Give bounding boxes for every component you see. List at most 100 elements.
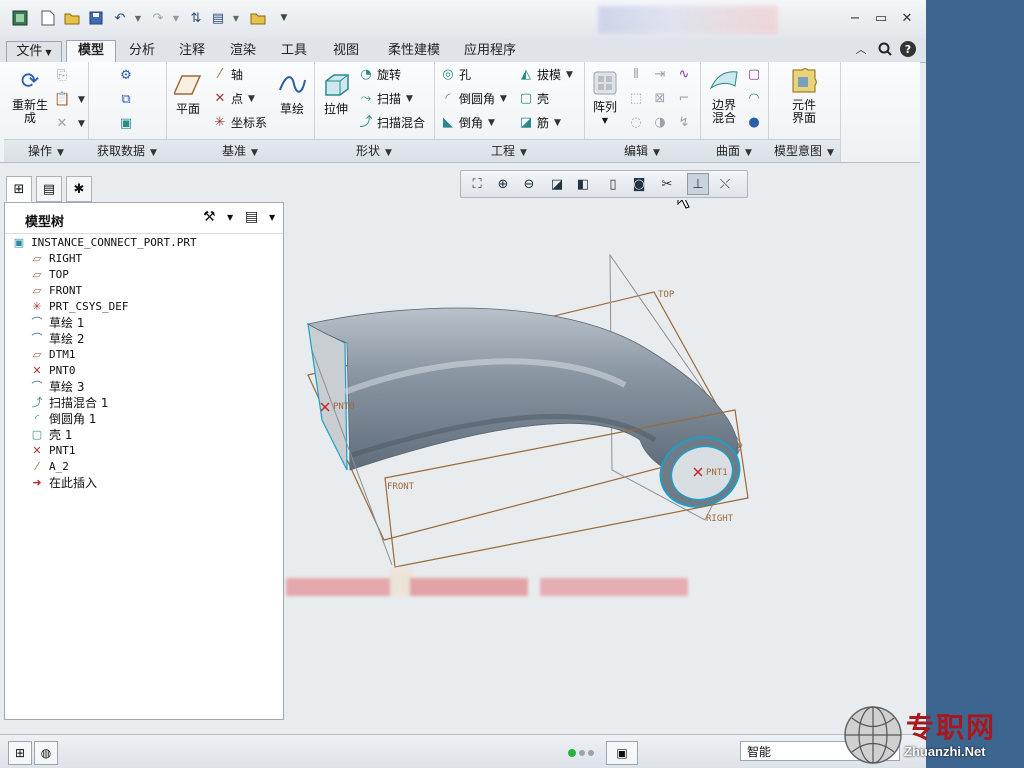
group-label-engineering[interactable]: 工程 ▼: [434, 139, 584, 162]
new-file-icon[interactable]: [38, 8, 58, 28]
tab-render[interactable]: 渲染: [218, 41, 268, 61]
trim-button[interactable]: ⬚: [628, 89, 647, 109]
zoom-in-icon[interactable]: ⊕: [493, 174, 513, 194]
model-tree-item[interactable]: ✳ PRT_CSYS_DEF: [29, 299, 128, 315]
model-tree-item[interactable]: ➜ 在此插入: [29, 475, 97, 491]
windows-icon[interactable]: ▤: [208, 8, 228, 28]
shrinkwrap-button[interactable]: ▣: [118, 114, 137, 134]
toggle-browser-icon[interactable]: ◍: [34, 741, 58, 765]
shell-button[interactable]: ▢ 壳: [518, 89, 549, 109]
group-label-shapes[interactable]: 形状 ▼: [314, 139, 434, 162]
folder-browser-tab-icon[interactable]: ▤: [36, 176, 62, 202]
pipe-inlet-face[interactable]: [307, 322, 348, 471]
model-tree-item[interactable]: ⤴ 扫描混合 1: [29, 395, 109, 411]
repaint-icon[interactable]: ◪: [547, 174, 567, 194]
tab-model[interactable]: 模型: [66, 40, 116, 64]
close-icon[interactable]: ✕: [898, 9, 916, 27]
save-icon[interactable]: [86, 8, 106, 28]
model-tree-item[interactable]: ▱ RIGHT: [29, 251, 82, 267]
model-tree-root[interactable]: ▣ INSTANCE_CONNECT_PORT.PRT: [11, 235, 197, 251]
zoom-out-icon[interactable]: ⊖: [519, 174, 539, 194]
point-button[interactable]: ✕ 点 ▼: [212, 89, 255, 109]
model-tree-item[interactable]: ⌒ 草绘 1: [29, 315, 85, 331]
model-tree-item[interactable]: ▢ 壳 1: [29, 427, 73, 443]
search-icon[interactable]: [876, 40, 894, 58]
customize-toolbar-icon[interactable]: ▼: [274, 8, 294, 28]
component-interface-button[interactable]: 元件界面: [782, 66, 826, 125]
curve-tool-button[interactable]: ∿: [676, 65, 695, 85]
swept-blend-button[interactable]: ⤴ 扫描混合: [358, 113, 425, 133]
open-file-icon[interactable]: [62, 8, 82, 28]
sweep-button[interactable]: ⤳ 扫描 ▼: [358, 89, 413, 109]
undo-icon[interactable]: ↶: [110, 8, 130, 28]
user-defined-feature-button[interactable]: ⚙: [118, 66, 137, 86]
toggle-navigator-icon[interactable]: ⊞: [8, 741, 32, 765]
spin-center-icon[interactable]: ⊥: [687, 173, 709, 195]
extend-button[interactable]: ⌐: [676, 89, 695, 109]
revolve-button[interactable]: ◔ 旋转: [358, 65, 401, 85]
group-label-surfaces[interactable]: 曲面 ▼: [700, 139, 768, 162]
regenerate-small-icon[interactable]: ⇅: [186, 8, 206, 28]
mirror-button[interactable]: ⫴: [628, 65, 647, 85]
model-tree-item[interactable]: ⁄ A_2: [29, 459, 69, 475]
annotation-display-icon[interactable]: ⤬: [715, 174, 735, 194]
minimize-icon[interactable]: −: [846, 9, 864, 27]
style-button[interactable]: ◠: [746, 89, 765, 109]
model-tree-item[interactable]: ▱ TOP: [29, 267, 69, 283]
model-tree-item[interactable]: ◜ 倒圆角 1: [29, 411, 97, 427]
display-style-icon[interactable]: ◧: [573, 174, 593, 194]
windows-dropdown-icon[interactable]: ▼: [226, 8, 246, 28]
tab-file[interactable]: 文件 ▼: [6, 41, 62, 62]
regenerate-button[interactable]: ⟳ 重新生成: [8, 66, 52, 125]
chamfer-button[interactable]: ◣ 倒角 ▼: [440, 113, 495, 133]
tab-applications[interactable]: 应用程序: [454, 41, 526, 61]
freestyle-button[interactable]: ●: [746, 113, 765, 133]
model-tree-item[interactable]: ⌒ 草绘 2: [29, 331, 85, 347]
intersect-button[interactable]: ⊠: [652, 89, 671, 109]
fill-button[interactable]: ▢: [746, 65, 765, 85]
group-label-operations[interactable]: 操作 ▼: [4, 139, 88, 162]
group-label-model-intent[interactable]: 模型意图 ▼: [768, 139, 840, 162]
model-tree-item[interactable]: ✕ PNT1: [29, 443, 75, 459]
maximize-icon[interactable]: ▭: [872, 9, 890, 27]
model-tree-item[interactable]: ✕ PNT0: [29, 363, 75, 379]
tab-flexible-modeling[interactable]: 柔性建模: [376, 41, 452, 61]
hole-button[interactable]: ◎ 孔: [440, 65, 471, 85]
undo-dropdown-icon[interactable]: ▼: [128, 8, 148, 28]
round-button[interactable]: ◜ 倒圆角 ▼: [440, 89, 506, 109]
model-tree-item[interactable]: ⌒ 草绘 3: [29, 379, 85, 395]
tree-settings-dropdown-icon[interactable]: ▼: [227, 213, 233, 222]
delete-button[interactable]: ✕ ▼: [54, 114, 85, 134]
offset-button[interactable]: ◌: [628, 113, 647, 133]
model-viewport-svg[interactable]: TOP FRONT RIGHT PNT0 PNT1: [284, 184, 926, 720]
boundary-blend-button[interactable]: 边界混合: [704, 66, 744, 125]
saved-orientations-icon[interactable]: ▯: [603, 174, 623, 194]
favorites-tab-icon[interactable]: ✱: [66, 176, 92, 202]
project-button[interactable]: ↯: [676, 113, 695, 133]
tab-annotate[interactable]: 注释: [168, 41, 216, 61]
collapse-ribbon-icon[interactable]: ︿: [852, 40, 870, 58]
tab-analysis[interactable]: 分析: [118, 41, 166, 61]
group-label-get-data[interactable]: 获取数据 ▼: [88, 139, 166, 162]
tree-settings-icon[interactable]: ⚒: [203, 209, 216, 225]
model-tree-item[interactable]: ▱ DTM1: [29, 347, 76, 363]
help-icon[interactable]: ?: [900, 41, 916, 57]
paste-button[interactable]: 📋 ▼: [54, 90, 85, 110]
refit-icon[interactable]: ⛶: [467, 174, 487, 194]
model-tree-item[interactable]: ▱ FRONT: [29, 283, 82, 299]
redo-icon[interactable]: ↷: [148, 8, 168, 28]
rib-button[interactable]: ◪ 筋 ▼: [518, 113, 561, 133]
group-label-datum[interactable]: 基准 ▼: [166, 139, 314, 162]
view-manager-icon[interactable]: ◙: [629, 174, 649, 194]
draft-button[interactable]: ◭ 拔模 ▼: [518, 65, 573, 85]
group-label-editing[interactable]: 编辑 ▼: [584, 139, 700, 162]
axis-button[interactable]: ⁄ 轴: [212, 65, 243, 85]
find-icon[interactable]: ▣: [606, 741, 638, 765]
show-columns-icon[interactable]: ▤: [245, 209, 258, 225]
sketch-button[interactable]: 草绘: [274, 70, 310, 116]
app-logo-icon[interactable]: [10, 8, 30, 28]
copy-geometry-button[interactable]: ⧉: [118, 90, 137, 110]
close-window-folder-icon[interactable]: [248, 8, 268, 28]
graphics-window[interactable]: TOP FRONT RIGHT PNT0 PNT1: [284, 184, 926, 720]
plane-button[interactable]: 平面: [170, 70, 206, 116]
